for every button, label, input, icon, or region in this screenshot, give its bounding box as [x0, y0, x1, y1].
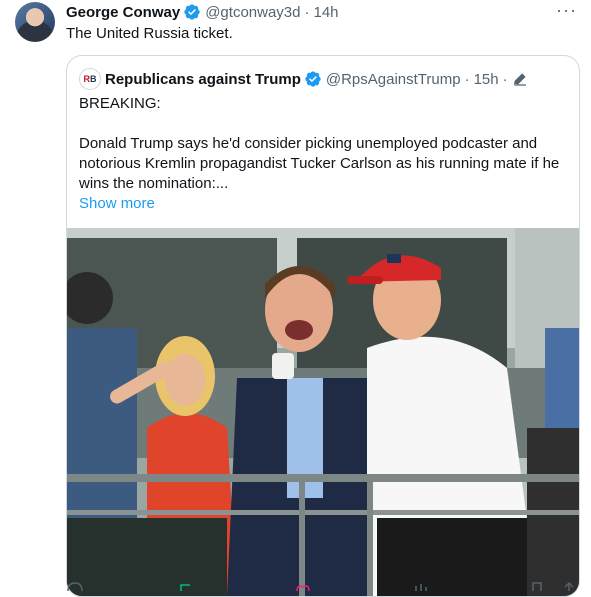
photo-illustration [67, 228, 579, 596]
tweet-header: George Conway @gtconway3d · 14h [66, 2, 339, 22]
share-icon[interactable] [560, 578, 578, 591]
retweet-icon[interactable] [178, 578, 196, 591]
like-icon[interactable] [294, 578, 312, 592]
tweet-time[interactable]: 14h [313, 4, 338, 21]
verified-badge-icon[interactable] [183, 3, 201, 21]
quote-header: RB Republicans against Trump @RpsAgainst… [79, 68, 528, 90]
quote-body: BREAKING: Donald Trump says he'd conside… [79, 94, 569, 214]
quote-time[interactable]: 15h [474, 71, 499, 88]
edit-pencil-icon [512, 71, 528, 87]
quote-avatar[interactable]: RB [79, 68, 101, 90]
separator-dot: · [304, 3, 310, 21]
separator-dot: · [464, 70, 470, 88]
verified-badge-icon[interactable] [304, 70, 322, 88]
bookmark-icon[interactable] [528, 578, 546, 591]
quoted-tweet[interactable]: RB Republicans against Trump @RpsAgainst… [66, 55, 580, 597]
show-more-link[interactable]: Show more [79, 194, 569, 214]
tweet-actions-row [66, 578, 578, 592]
quote-author-name[interactable]: Republicans against Trump [105, 71, 301, 88]
quote-photo[interactable] [67, 228, 579, 596]
author-avatar[interactable] [15, 2, 55, 42]
views-icon[interactable] [412, 578, 430, 591]
author-handle[interactable]: @gtconway3d [205, 4, 300, 21]
more-icon[interactable]: ··· [556, 0, 577, 21]
quote-author-handle[interactable]: @RpsAgainstTrump [326, 71, 461, 88]
quote-line-breaking: BREAKING: [79, 95, 161, 112]
author-name[interactable]: George Conway [66, 4, 180, 21]
quote-text: Donald Trump says he'd consider picking … [79, 135, 560, 192]
reply-icon[interactable] [66, 578, 84, 592]
separator-dot: · [502, 70, 508, 88]
tweet-text: The United Russia ticket. [66, 25, 233, 42]
